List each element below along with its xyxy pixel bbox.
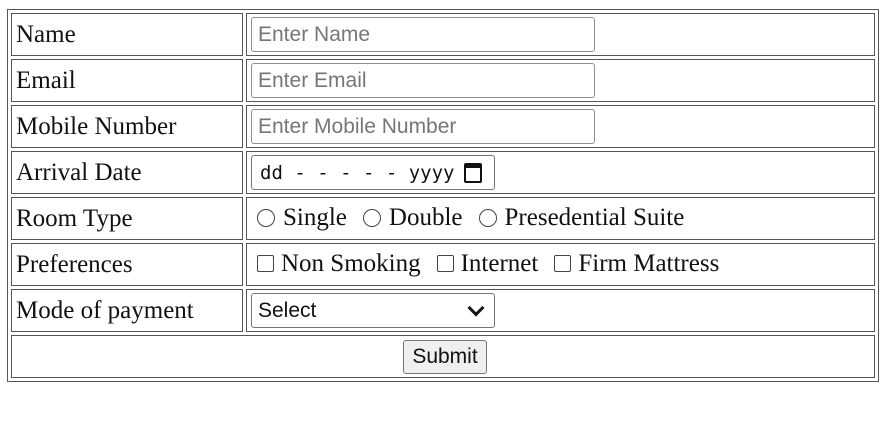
preferences-row: Preferences Non Smoking Internet Firm Ma… [11,243,875,286]
arrival-row: Arrival Date dd - - - - - yyyy [11,151,875,194]
pref-option-firm-mattress[interactable]: Firm Mattress [548,250,719,278]
room-option-single[interactable]: Single [251,204,347,232]
submit-cell: Submit [11,335,875,378]
pref-option-non-smoking[interactable]: Non Smoking [251,250,421,278]
payment-selected-value: Select [258,298,317,322]
room-type-row: Room Type Single Double Presedential Sui… [11,197,875,240]
email-input[interactable] [251,63,595,98]
email-cell [246,59,875,102]
name-label: Name [11,13,243,56]
arrival-label: Arrival Date [11,151,243,194]
preferences-label: Preferences [11,243,243,286]
email-label: Email [11,59,243,102]
room-option-double[interactable]: Double [357,204,463,232]
single-label: Single [283,203,347,231]
internet-label: Internet [460,249,539,277]
mobile-row: Mobile Number [11,105,875,148]
date-format-text: dd - - - - - yyyy [260,161,455,184]
mobile-cell [246,105,875,148]
submit-button[interactable]: Submit [403,339,487,374]
calendar-icon[interactable] [464,162,482,183]
suite-label: Presedential Suite [504,203,685,231]
non-smoking-checkbox[interactable] [257,255,274,273]
double-label: Double [388,203,463,231]
payment-cell: Select [246,289,875,332]
arrival-date-input[interactable]: dd - - - - - yyyy [251,155,495,190]
email-row: Email [11,59,875,102]
payment-select[interactable]: Select [251,293,495,328]
room-option-suite[interactable]: Presedential Suite [473,203,685,232]
submit-row: Submit [11,335,875,378]
non-smoking-label: Non Smoking [281,249,421,277]
internet-checkbox[interactable] [436,255,454,273]
room-type-cell: Single Double Presedential Suite [246,197,875,240]
room-type-label: Room Type [11,197,243,240]
double-radio[interactable] [362,208,381,227]
chevron-down-icon [467,299,485,316]
firm-mattress-checkbox[interactable] [554,255,572,273]
payment-label: Mode of payment [11,289,243,332]
preferences-cell: Non Smoking Internet Firm Mattress [246,243,875,286]
mobile-input[interactable] [251,109,595,144]
name-cell [246,13,875,56]
name-row: Name [11,13,875,56]
single-radio[interactable] [257,208,275,227]
name-input[interactable] [251,17,595,52]
pref-option-internet[interactable]: Internet [431,249,539,278]
firm-mattress-label: Firm Mattress [578,249,720,277]
suite-radio[interactable] [478,208,497,227]
booking-form-table: Name Email Mobile Number Arrival Date dd… [7,9,879,382]
arrival-cell: dd - - - - - yyyy [246,151,875,194]
payment-row: Mode of payment Select [11,289,875,332]
mobile-label: Mobile Number [11,105,243,148]
